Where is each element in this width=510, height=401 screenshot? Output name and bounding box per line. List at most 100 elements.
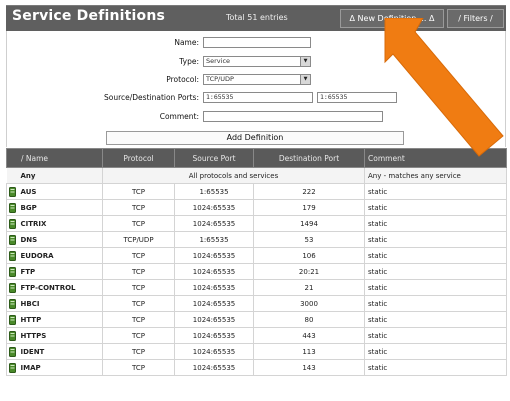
service-protocol: TCP [102,279,176,296]
table-row[interactable]: EUDORA TCP 1024:65535 106 static [6,247,508,264]
service-protocol: TCP [102,183,176,200]
service-source-port: 1024:65535 [174,263,255,280]
table-row[interactable]: BGP TCP 1024:65535 179 static [6,199,508,216]
service-source-port: 1024:65535 [174,359,255,376]
table-row[interactable]: IMAP TCP 1024:65535 143 static [6,359,508,376]
service-comment: static [364,359,508,376]
service-protocol: TCP [102,343,176,360]
server-icon [9,234,17,245]
new-definition-button[interactable]: Δ New Definition ... Δ [340,9,444,28]
protocol-select-value: TCP/UDP [206,75,234,83]
service-source-port: 1024:65535 [174,327,255,344]
server-icon [9,282,17,293]
service-comment: static [364,343,508,360]
server-icon [9,266,17,277]
name-input[interactable] [203,37,311,48]
type-label: Type: [179,57,199,66]
table-row[interactable]: HTTP TCP 1024:65535 80 static [6,311,508,328]
source-ports-input[interactable]: 1:65535 [203,92,313,103]
service-name: CITRIX [18,215,104,232]
name-label: Name: [174,38,199,47]
service-protocol: TCP [102,295,176,312]
table-row-any[interactable]: Any All protocols and services Any - mat… [6,167,508,184]
service-name: EUDORA [18,247,104,264]
server-icon [9,330,17,341]
service-name: HBCI [18,295,104,312]
service-protocol: TCP [102,199,176,216]
ports-label: Source/Destination Ports: [103,93,199,102]
service-comment: static [364,199,508,216]
add-definition-button[interactable]: Add Definition [106,131,404,145]
server-icon [9,298,17,309]
service-source-port: 1:65535 [174,183,255,200]
server-icon-cell [6,263,19,280]
service-table: / Name Protocol Source Port Destination … [5,148,508,376]
service-source-port: 1024:65535 [174,343,255,360]
destination-ports-input[interactable]: 1:65535 [317,92,397,103]
server-icon [9,186,17,197]
service-name: FTP [18,263,104,280]
any-comment: Any - matches any service [364,167,508,184]
service-source-port: 1:65535 [174,231,255,248]
server-icon [9,362,17,373]
column-comment-header[interactable]: Comment [364,148,508,168]
any-name: Any [6,167,104,184]
server-icon-cell [6,231,19,248]
column-source-port-header[interactable]: Source Port [174,148,255,168]
server-icon [9,250,17,261]
column-protocol-header[interactable]: Protocol [102,148,176,168]
service-protocol: TCP [102,327,176,344]
service-destination-port: 143 [253,359,366,376]
service-comment: static [364,311,508,328]
table-row[interactable]: AUS TCP 1:65535 222 static [6,183,508,200]
server-icon-cell [6,359,19,376]
service-destination-port: 443 [253,327,366,344]
server-icon-cell [6,279,19,296]
service-comment: static [364,263,508,280]
table-row[interactable]: HTTPS TCP 1024:65535 443 static [6,327,508,344]
service-destination-port: 3000 [253,295,366,312]
service-destination-port: 1494 [253,215,366,232]
service-protocol: TCP [102,311,176,328]
server-icon [9,202,17,213]
service-protocol: TCP [102,359,176,376]
filters-button[interactable]: / Filters / [447,9,504,28]
column-name-header[interactable]: / Name [5,148,104,168]
service-source-port: 1024:65535 [174,199,255,216]
table-row[interactable]: FTP TCP 1024:65535 20:21 static [6,263,508,280]
server-icon [9,314,17,325]
service-source-port: 1024:65535 [174,295,255,312]
column-destination-port-header[interactable]: Destination Port [253,148,366,168]
table-row[interactable]: DNS TCP/UDP 1:65535 53 static [6,231,508,248]
server-icon [9,346,17,357]
table-row[interactable]: HBCI TCP 1024:65535 3000 static [6,295,508,312]
server-icon-cell [6,247,19,264]
table-header: / Name Protocol Source Port Destination … [5,148,508,168]
service-source-port: 1024:65535 [174,215,255,232]
service-comment: static [364,327,508,344]
service-name: HTTP [18,311,104,328]
server-icon-cell [6,215,19,232]
service-destination-port: 113 [253,343,366,360]
comment-input[interactable] [203,111,383,122]
chevron-down-icon: ▼ [300,57,310,66]
service-source-port: 1024:65535 [174,311,255,328]
server-icon-cell [6,295,19,312]
service-source-port: 1024:65535 [174,247,255,264]
table-row[interactable]: FTP-CONTROL TCP 1024:65535 21 static [6,279,508,296]
type-select[interactable]: Service ▼ [203,56,311,67]
service-name: FTP-CONTROL [18,279,104,296]
title-bar: Service Definitions Total 51 entries Δ N… [6,5,506,31]
service-name: IDENT [18,343,104,360]
page-title: Service Definitions [12,8,166,24]
service-destination-port: 21 [253,279,366,296]
service-destination-port: 106 [253,247,366,264]
service-name: IMAP [18,359,104,376]
table-row[interactable]: IDENT TCP 1024:65535 113 static [6,343,508,360]
table-row[interactable]: CITRIX TCP 1024:65535 1494 static [6,215,508,232]
protocol-select[interactable]: TCP/UDP ▼ [203,74,311,85]
service-name: AUS [18,183,104,200]
comment-label: Comment: [159,112,199,121]
server-icon-cell [6,343,19,360]
service-name: BGP [18,199,104,216]
